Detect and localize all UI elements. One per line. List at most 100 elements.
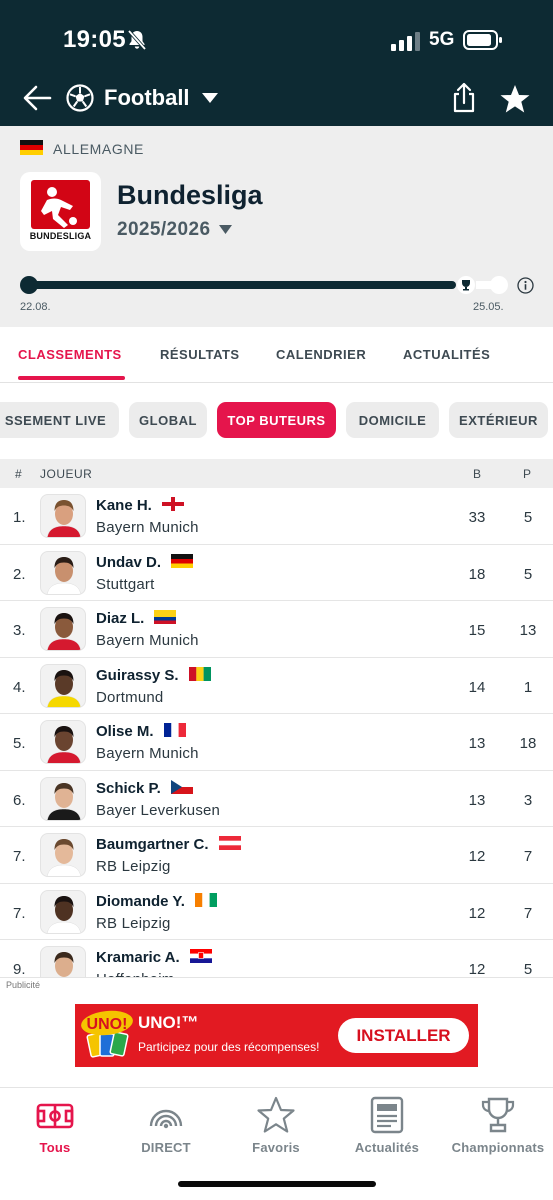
germany-flag-icon — [171, 553, 194, 568]
player-goals: 33 — [468, 509, 486, 526]
soccer-ball-icon — [66, 84, 94, 112]
chip-global[interactable]: GLOBAL — [129, 402, 207, 438]
share-icon[interactable] — [450, 82, 478, 114]
player-rank: 3. — [13, 622, 26, 639]
header-player: JOUEUR — [40, 467, 93, 481]
player-rank: 7. — [13, 848, 26, 865]
season-end-date: 25.05. — [473, 301, 504, 313]
season-progress-bar — [32, 281, 456, 289]
player-goals: 18 — [468, 565, 486, 583]
table-row[interactable]: 3. Diaz L. Bayern Munich 15 13 — [0, 601, 553, 658]
tab-calendrier[interactable]: CALENDRIER — [276, 347, 366, 362]
chip-exterieur[interactable]: EXTÉRIEUR — [449, 402, 548, 438]
player-name: Diomande Y. — [96, 892, 185, 910]
player-team: Dortmund — [96, 688, 164, 706]
player-goals: 14 — [468, 678, 486, 696]
player-name-line: Guirassy S. — [96, 666, 211, 684]
table-row[interactable]: 7. Diomande Y. RB Leipzig 12 7 — [0, 883, 553, 940]
tab-classements[interactable]: CLASSEMENTS — [18, 347, 122, 362]
chip-classement-live[interactable]: SSEMENT LIVE — [0, 402, 119, 438]
trophy-icon — [481, 1097, 515, 1133]
table-header: # JOUEUR B P — [0, 459, 553, 488]
player-name-line: Schick P. — [96, 779, 193, 797]
chip-top-buteurs[interactable]: TOP BUTEURS — [217, 402, 336, 438]
chevron-down-icon — [201, 93, 218, 103]
season-start-date: 22.08. — [20, 301, 51, 313]
network-type: 5G — [429, 29, 455, 50]
uno-logo-text: UNO! — [87, 1016, 128, 1033]
table-row[interactable]: 2. Undav D. Stuttgart 18 5 — [0, 544, 553, 601]
player-avatar — [40, 833, 86, 877]
england-flag-icon — [161, 497, 184, 511]
favorite-star-icon[interactable] — [500, 84, 530, 114]
table-row[interactable]: 6. Schick P. Bayer Leverkusen 13 3 — [0, 770, 553, 827]
colombia-flag-icon — [154, 610, 177, 624]
nav-label-direct: DIRECT — [141, 1140, 191, 1155]
player-rank: 2. — [13, 565, 26, 583]
player-avatar — [40, 776, 86, 821]
player-assists: 5 — [523, 565, 533, 583]
player-team: Bayern Munich — [96, 745, 199, 762]
player-team: Stuttgart — [96, 575, 155, 593]
player-name-line: Kane H. — [96, 497, 184, 514]
player-goals: 13 — [468, 735, 486, 752]
table-row[interactable]: 1. Kane H. Bayern Munich 33 5 — [0, 488, 553, 545]
player-name-line: Undav D. — [96, 553, 194, 571]
nav-direct[interactable]: DIRECT — [111, 1096, 221, 1166]
ad-area: Publicité UNO! UNO!™ Participez pour des… — [0, 977, 553, 1087]
ad-title: UNO!™ — [138, 1013, 199, 1032]
active-tab-indicator — [18, 376, 125, 380]
player-name-line: Baumgartner C. — [96, 836, 241, 853]
season-selector[interactable]: 2025/2026 — [117, 219, 233, 241]
header-assists: P — [523, 467, 532, 481]
bundesliga-player-icon — [41, 187, 77, 228]
player-name: Guirassy S. — [96, 666, 179, 684]
player-rank: 5. — [13, 735, 26, 752]
tab-actualites[interactable]: ACTUALITÉS — [403, 347, 490, 362]
sport-label: Football — [104, 85, 190, 110]
season-progress — [20, 276, 540, 296]
nav-favoris[interactable]: Favoris — [221, 1096, 331, 1166]
status-time: 19:05 — [63, 26, 126, 53]
table-row[interactable]: 5. Olise M. Bayern Munich 13 18 — [0, 714, 553, 771]
trophy-icon — [457, 276, 475, 294]
ad-install-button[interactable]: INSTALLER — [338, 1018, 469, 1053]
player-avatar — [40, 946, 86, 977]
app-header: 19:05 5G Football — [0, 0, 553, 126]
home-indicator — [178, 1181, 376, 1187]
player-avatar — [40, 607, 86, 651]
sport-selector[interactable]: Football — [66, 82, 218, 114]
league-tabs: CLASSEMENTS RÉSULTATS CALENDRIER ACTUALI… — [0, 327, 553, 383]
table-row[interactable]: 4. Guirassy S. Dortmund 14 1 — [0, 657, 553, 714]
nav-tous[interactable]: Tous — [0, 1096, 110, 1166]
table-row[interactable]: 9.Kramaric A.Hoffenheim125 — [0, 940, 553, 977]
nav-championnats[interactable]: Championnats — [443, 1096, 553, 1166]
back-arrow-icon[interactable] — [22, 84, 52, 112]
player-team: RB Leipzig — [96, 914, 171, 932]
player-assists: 5 — [523, 509, 533, 526]
player-rank: 1. — [13, 509, 26, 526]
uno-logo: UNO! — [81, 1010, 133, 1058]
player-team: RB Leipzig — [96, 858, 171, 875]
player-goals: 13 — [468, 791, 486, 809]
player-rank: 7. — [13, 904, 26, 922]
nav-actualites[interactable]: Actualités — [332, 1096, 442, 1166]
croatia-flag-icon — [189, 949, 212, 963]
tab-resultats[interactable]: RÉSULTATS — [160, 347, 240, 362]
season-end-dot — [490, 276, 508, 294]
player-assists: 5 — [523, 961, 533, 977]
player-name: Undav D. — [96, 553, 162, 571]
player-avatar — [40, 720, 86, 764]
chip-domicile[interactable]: DOMICILE — [346, 402, 439, 438]
player-name-line: Diaz L. — [96, 610, 177, 627]
austria-flag-icon — [218, 836, 241, 850]
player-avatar — [40, 889, 86, 934]
player-assists: 7 — [523, 848, 533, 865]
table-row[interactable]: 7. Baumgartner C. RB Leipzig 12 7 — [0, 827, 553, 884]
pitch-icon — [36, 1103, 74, 1129]
player-avatar — [40, 494, 86, 538]
nav-label-favoris: Favoris — [252, 1140, 300, 1155]
info-icon[interactable] — [517, 277, 534, 294]
ad-banner[interactable]: UNO! UNO!™ Participez pour des récompens… — [75, 1004, 478, 1067]
battery-icon — [463, 30, 502, 50]
